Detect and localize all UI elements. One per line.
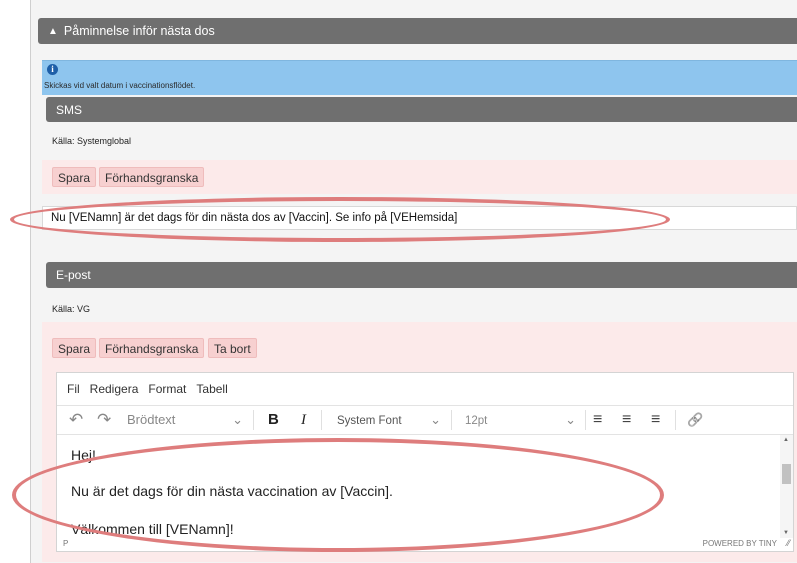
menu-file[interactable]: Fil — [67, 382, 80, 396]
editor-paragraph: Nu är det dags för din nästa vaccination… — [71, 483, 393, 499]
menu-format[interactable]: Format — [148, 382, 186, 396]
block-format-select[interactable]: Brödtext ⌄ — [127, 406, 245, 434]
info-icon: i — [47, 64, 58, 75]
bold-button[interactable]: B — [268, 406, 279, 434]
redo-icon[interactable]: ↷ — [97, 406, 111, 434]
sms-section-header[interactable]: SMS — [46, 97, 797, 122]
sms-preview-button[interactable]: Förhandsgranska — [99, 167, 205, 187]
scroll-thumb[interactable] — [782, 464, 791, 484]
scroll-up-arrow-icon[interactable]: ▲ — [783, 437, 789, 443]
undo-icon[interactable]: ↶ — [69, 406, 83, 434]
menu-table[interactable]: Tabell — [196, 382, 227, 396]
scroll-down-arrow-icon[interactable]: ▼ — [783, 530, 789, 536]
chevron-down-icon: ⌄ — [430, 412, 441, 427]
reminder-section-title: Påminnelse inför nästa dos — [63, 24, 215, 38]
chevron-down-icon: ⌄ — [565, 412, 576, 427]
font-family-select[interactable]: System Font ⌄ — [337, 406, 443, 434]
editor-menubar: Fil Redigera Format Tabell — [57, 373, 797, 405]
email-delete-button[interactable]: Ta bort — [208, 338, 257, 358]
menu-edit[interactable]: Redigera — [90, 382, 139, 396]
email-preview-button[interactable]: Förhandsgranska — [99, 338, 205, 358]
sms-save-button[interactable]: Spara — [52, 167, 97, 187]
font-size-select[interactable]: 12pt ⌄ — [465, 406, 578, 434]
sms-message-field[interactable]: Nu [VENamn] är det dags för din nästa do… — [42, 206, 797, 230]
email-section-title: E-post — [56, 268, 91, 282]
editor-paragraph: Hej! — [71, 447, 96, 463]
editor-toolbar: ↶ ↷ Brödtext ⌄ B I System Font ⌄ 12pt ⌄ … — [57, 405, 793, 435]
powered-by-label[interactable]: POWERED BY TINY — [703, 539, 777, 548]
link-icon[interactable]: 🔗 — [687, 406, 703, 434]
block-format-value: Brödtext — [127, 412, 176, 427]
email-section-header[interactable]: E-post — [46, 262, 797, 288]
align-center-icon[interactable]: ≡ — [622, 406, 631, 434]
email-editor: Fil Redigera Format Tabell ↶ ↷ Brödtext … — [56, 372, 794, 552]
sms-source-label: Källa: Systemglobal — [52, 136, 132, 146]
align-right-icon[interactable]: ≡ — [651, 406, 660, 434]
editor-content[interactable]: Hej! Nu är det dags för din nästa vaccin… — [57, 435, 781, 538]
info-box: i Skickas vid valt datum i vaccinationsf… — [42, 60, 797, 95]
reminder-section-header[interactable]: ▲ Påminnelse inför nästa dos — [38, 18, 797, 44]
collapse-arrow-icon[interactable]: ▲ — [48, 26, 58, 37]
sms-section-title: SMS — [56, 102, 83, 117]
editor-paragraph: Välkommen till [VENamn]! — [71, 521, 234, 537]
email-save-button[interactable]: Spara — [52, 338, 97, 358]
info-text: Skickas vid valt datum i vaccinationsflö… — [44, 81, 196, 90]
align-left-icon[interactable]: ≡ — [593, 406, 602, 434]
editor-statusbar: P POWERED BY TINY ⁄⁄ — [57, 537, 793, 551]
resize-handle-icon[interactable]: ⁄⁄ — [787, 538, 790, 548]
element-path: P — [63, 539, 69, 548]
italic-button[interactable]: I — [301, 406, 306, 434]
chevron-down-icon: ⌄ — [232, 412, 243, 427]
editor-scrollbar[interactable]: ▲ ▼ — [780, 435, 793, 538]
email-source-label: Källa: VG — [52, 304, 91, 314]
font-size-value: 12pt — [465, 415, 488, 427]
font-family-value: System Font — [337, 415, 402, 427]
